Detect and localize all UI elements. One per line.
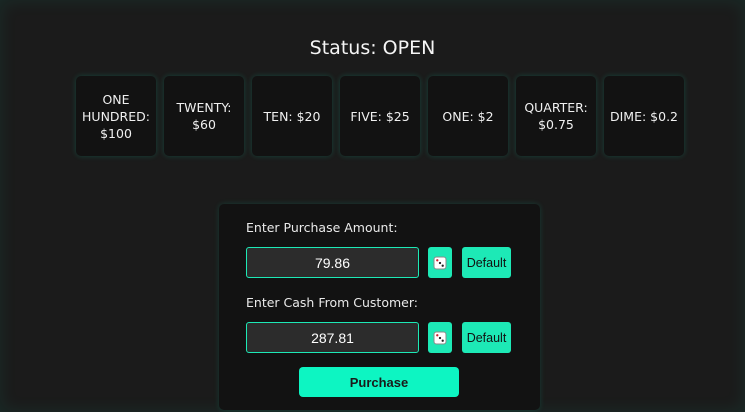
- cash-from-customer-input[interactable]: [246, 322, 419, 353]
- random-purchase-button[interactable]: [428, 247, 452, 278]
- drawer-five: FIVE: $25: [340, 76, 420, 156]
- cash-drawer: ONE HUNDRED: $100 TWENTY: $60 TEN: $20 F…: [76, 76, 684, 156]
- status-heading: Status: OPEN: [0, 37, 745, 59]
- drawer-twenty: TWENTY: $60: [164, 76, 244, 156]
- default-purchase-button[interactable]: Default: [462, 247, 511, 278]
- default-cash-button[interactable]: Default: [462, 322, 511, 353]
- purchase-amount-input[interactable]: [246, 247, 419, 278]
- purchase-form: Enter Purchase Amount: Default Enter Cas…: [219, 204, 540, 410]
- dice-icon: [433, 256, 447, 269]
- drawer-dime: DIME: $0.2: [604, 76, 684, 156]
- drawer-ten: TEN: $20: [252, 76, 332, 156]
- drawer-hundred: ONE HUNDRED: $100: [76, 76, 156, 156]
- drawer-quarter: QUARTER: $0.75: [516, 76, 596, 156]
- purchase-button[interactable]: Purchase: [299, 367, 459, 397]
- random-cash-button[interactable]: [428, 322, 452, 353]
- purchase-amount-label: Enter Purchase Amount:: [246, 220, 398, 235]
- status-value: OPEN: [382, 37, 436, 59]
- drawer-one: ONE: $2: [428, 76, 508, 156]
- cash-from-customer-label: Enter Cash From Customer:: [246, 295, 418, 310]
- register-page: Status: OPEN ONE HUNDRED: $100 TWENTY: $…: [0, 0, 745, 412]
- status-label: Status:: [309, 37, 377, 59]
- dice-icon: [433, 331, 447, 344]
